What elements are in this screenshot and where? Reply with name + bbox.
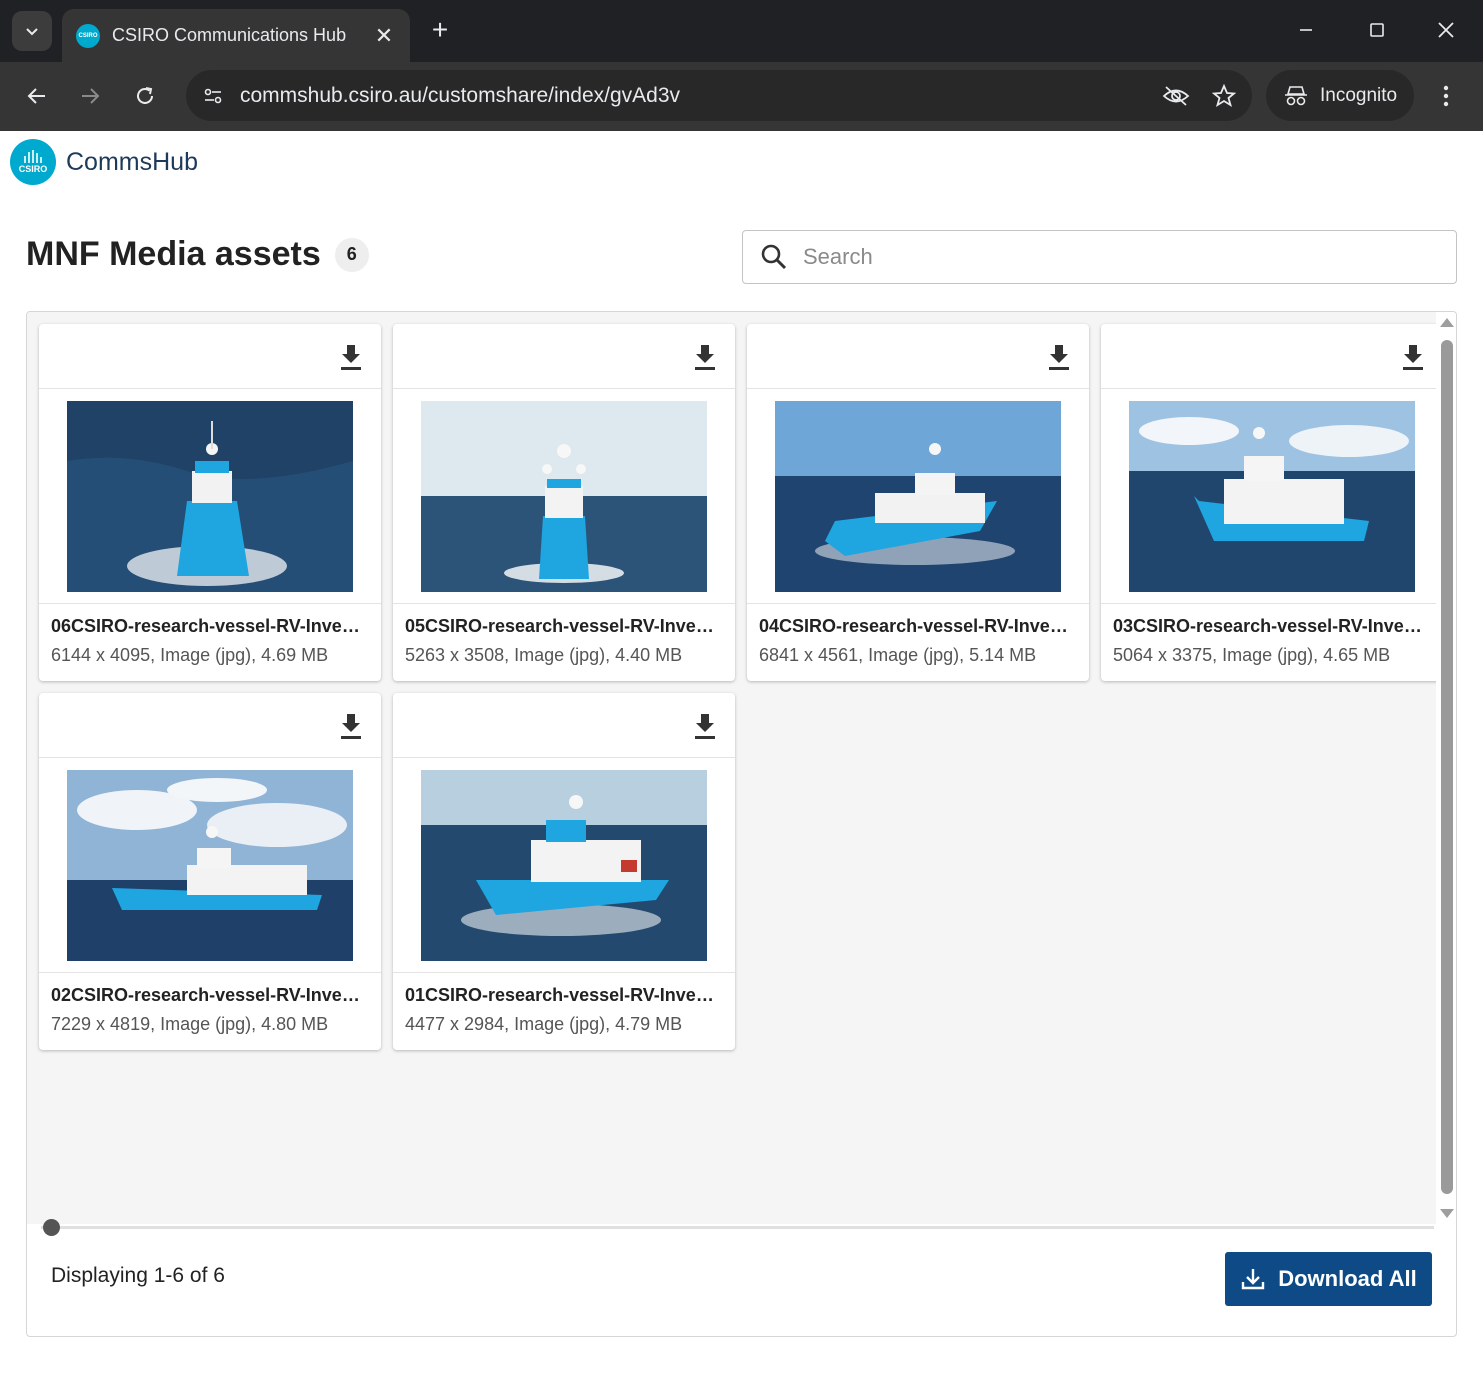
horizontal-scroll-knob[interactable] [43,1219,60,1236]
ship-photo-image [775,400,1061,592]
incognito-indicator[interactable]: Incognito [1266,70,1414,121]
page-title: MNF Media assets [26,235,321,273]
card-body: 02CSIRO-research-vessel-RV-Investigator … [39,973,381,1035]
site-settings-icon[interactable] [190,73,236,119]
page-content: CSIRO CommsHub MNF Media assets 6 Search… [2,131,1481,1379]
asset-card[interactable]: 01CSIRO-research-vessel-RV-Investigator … [393,693,735,1050]
card-header [393,324,735,389]
browser-tab-bar: CSIRO CSIRO Communications Hub ✕ + [0,0,1483,62]
asset-card[interactable]: 02CSIRO-research-vessel-RV-Investigator … [39,693,381,1050]
chevron-down-icon [26,28,38,36]
csiro-logo-icon: CSIRO [10,139,56,185]
asset-name[interactable]: 04CSIRO-research-vessel-RV-Investigator [759,616,1077,637]
search-input[interactable] [803,244,1423,270]
card-header [393,693,735,758]
card-header [1101,324,1436,389]
card-thumbnail[interactable] [393,389,735,604]
eye-slash-icon[interactable] [1156,76,1196,116]
asset-name[interactable]: 06CSIRO-research-vessel-RV-Investigator [51,616,369,637]
download-icon[interactable] [691,342,719,372]
vertical-scrollbar[interactable] [1436,312,1456,1224]
asset-name[interactable]: 01CSIRO-research-vessel-RV-Investigator [405,985,723,1006]
card-body: 06CSIRO-research-vessel-RV-Investigator … [39,604,381,666]
asset-name[interactable]: 05CSIRO-research-vessel-RV-Investigator [405,616,723,637]
ship-photo-image [67,769,353,961]
csiro-logo-text: CSIRO [18,164,48,174]
download-icon[interactable] [691,711,719,741]
asset-card[interactable]: 03CSIRO-research-vessel-RV-Investigator … [1101,324,1436,681]
download-icon[interactable] [337,342,365,372]
brand-header[interactable]: CSIRO CommsHub [10,139,198,185]
download-all-button[interactable]: Download All [1225,1252,1432,1306]
window-close-icon[interactable] [1426,10,1466,50]
asset-name[interactable]: 02CSIRO-research-vessel-RV-Investigator [51,985,369,1006]
page-heading: MNF Media assets 6 [26,235,369,274]
csiro-favicon-icon: CSIRO [76,23,100,48]
browser-tab[interactable]: CSIRO CSIRO Communications Hub ✕ [62,9,410,62]
card-body: 03CSIRO-research-vessel-RV-Investigator … [1101,604,1436,666]
card-body: 05CSIRO-research-vessel-RV-Investigator … [393,604,735,666]
tab-close-icon[interactable]: ✕ [372,23,396,49]
card-thumbnail[interactable] [1101,389,1436,604]
download-icon[interactable] [1045,342,1073,372]
asset-count-badge: 6 [334,237,369,272]
scroll-up-arrow-icon[interactable] [1440,318,1454,327]
asset-grid[interactable]: 06CSIRO-research-vessel-RV-Investigator … [27,312,1436,1224]
pagination-status: Displaying 1-6 of 6 [51,1264,225,1287]
card-thumbnail[interactable] [39,389,381,604]
back-arrow-icon[interactable] [17,76,57,116]
asset-meta: 6144 x 4095, Image (jpg), 4.69 MB [51,645,329,665]
assets-panel: 06CSIRO-research-vessel-RV-Investigator … [26,311,1457,1337]
card-header [747,324,1089,389]
asset-card[interactable]: 05CSIRO-research-vessel-RV-Investigator … [393,324,735,681]
download-tray-icon [1240,1266,1266,1292]
tab-title: CSIRO Communications Hub [112,25,347,45]
card-thumbnail[interactable] [39,758,381,973]
asset-meta: 6841 x 4561, Image (jpg), 5.14 MB [759,645,1037,665]
brand-name: CommsHub [66,147,198,176]
kebab-menu-icon[interactable] [1428,76,1464,116]
horizontal-scroll-slider[interactable] [27,1216,1436,1238]
asset-card[interactable]: 06CSIRO-research-vessel-RV-Investigator … [39,324,381,681]
asset-meta: 4477 x 2984, Image (jpg), 4.79 MB [405,1014,683,1034]
bookmark-star-icon[interactable] [1204,76,1244,116]
maximize-icon[interactable] [1357,10,1397,50]
minimize-icon[interactable] [1286,10,1326,50]
scroll-down-arrow-icon[interactable] [1440,1209,1454,1218]
card-thumbnail[interactable] [747,389,1089,604]
download-icon[interactable] [337,711,365,741]
vertical-scroll-thumb[interactable] [1441,340,1453,1194]
address-bar[interactable]: commshub.csiro.au/customshare/index/gvAd… [186,70,1252,121]
download-icon[interactable] [1399,342,1427,372]
search-box[interactable] [742,230,1457,284]
ship-photo-image [421,769,707,961]
asset-card[interactable]: 04CSIRO-research-vessel-RV-Investigator … [747,324,1089,681]
download-all-label: Download All [1278,1266,1417,1291]
card-body: 04CSIRO-research-vessel-RV-Investigator … [747,604,1089,666]
incognito-icon [1285,85,1307,105]
url-text[interactable]: commshub.csiro.au/customshare/index/gvAd… [240,84,1156,108]
ship-photo-image [1129,400,1415,592]
tab-search-button[interactable] [12,11,52,51]
asset-meta: 7229 x 4819, Image (jpg), 4.80 MB [51,1014,329,1034]
asset-meta: 5064 x 3375, Image (jpg), 4.65 MB [1113,645,1391,665]
reload-icon[interactable] [125,76,165,116]
search-icon [759,242,789,272]
card-body: 01CSIRO-research-vessel-RV-Investigator … [393,973,735,1035]
card-header [39,693,381,758]
card-header [39,324,381,389]
asset-name[interactable]: 03CSIRO-research-vessel-RV-Investigator [1113,616,1431,637]
ship-photo-image [67,400,353,592]
ship-photo-image [421,400,707,592]
browser-toolbar: commshub.csiro.au/customshare/index/gvAd… [0,62,1483,131]
card-thumbnail[interactable] [393,758,735,973]
asset-meta: 5263 x 3508, Image (jpg), 4.40 MB [405,645,683,665]
forward-arrow-icon[interactable] [70,76,110,116]
new-tab-plus-icon[interactable]: + [424,14,456,46]
incognito-label: Incognito [1320,84,1398,106]
horizontal-scroll-track[interactable] [41,1226,1434,1229]
